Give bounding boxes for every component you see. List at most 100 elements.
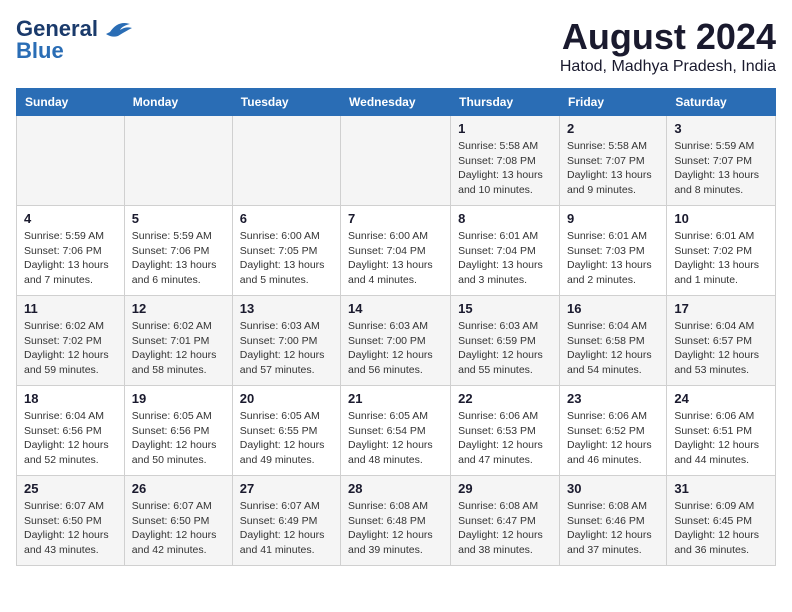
- day-number: 14: [348, 301, 443, 316]
- day-info: Sunrise: 6:02 AMSunset: 7:02 PMDaylight:…: [24, 319, 117, 378]
- calendar-cell: [232, 116, 340, 206]
- calendar-cell: [17, 116, 125, 206]
- sunset-label: Sunset: 6:46 PM: [567, 515, 645, 527]
- logo: General Blue: [16, 16, 134, 64]
- day-number: 24: [674, 391, 768, 406]
- calendar-cell: 3Sunrise: 5:59 AMSunset: 7:07 PMDaylight…: [667, 116, 776, 206]
- sunset-label: Sunset: 6:52 PM: [567, 425, 645, 437]
- sunrise-label: Sunrise: 6:04 AM: [24, 410, 104, 422]
- sunrise-label: Sunrise: 5:59 AM: [24, 230, 104, 242]
- sunrise-label: Sunrise: 6:07 AM: [24, 500, 104, 512]
- daylight-label: Daylight: 12 hours and 55 minutes.: [458, 349, 543, 376]
- sunrise-label: Sunrise: 6:05 AM: [240, 410, 320, 422]
- calendar-week-4: 18 Sunrise: 6:04 AM Sunset: 6:56 PM Dayligh…: [17, 386, 776, 476]
- daylight-label: Daylight: 13 hours and 1 minute.: [674, 259, 759, 286]
- sunrise-label: Sunrise: 6:01 AM: [567, 230, 647, 242]
- day-info: Sunrise: 6:07 AMSunset: 6:49 PMDaylight:…: [240, 499, 333, 558]
- daylight-label: Daylight: 12 hours and 46 minutes.: [567, 439, 652, 466]
- day-info: Sunrise: 6:04 AMSunset: 6:56 PMDaylight:…: [24, 409, 117, 468]
- day-info: Sunrise: 6:05 AMSunset: 6:56 PMDaylight:…: [132, 409, 225, 468]
- day-info: Sunrise: 6:05 AMSunset: 6:54 PMDaylight:…: [348, 409, 443, 468]
- sunrise-label: Sunrise: 6:03 AM: [348, 320, 428, 332]
- day-number: 25: [24, 481, 117, 496]
- sunrise-label: Sunrise: 6:04 AM: [567, 320, 647, 332]
- sunset-label: Sunset: 6:50 PM: [24, 515, 102, 527]
- daylight-label: Daylight: 12 hours and 44 minutes.: [674, 439, 759, 466]
- day-number: 9: [567, 211, 659, 226]
- sunset-label: Sunset: 7:06 PM: [132, 245, 210, 257]
- day-info: Sunrise: 5:58 AM Sunset: 7:07 PM Daylight:…: [567, 139, 659, 198]
- page-title: August 2024: [560, 16, 776, 58]
- sunset-label: Sunset: 7:02 PM: [674, 245, 752, 257]
- day-number: 15: [458, 301, 552, 316]
- weekday-header-tuesday: Tuesday: [232, 89, 340, 116]
- day-number: 28: [348, 481, 443, 496]
- day-number: 8: [458, 211, 552, 226]
- day-info: Sunrise: 6:03 AMSunset: 6:59 PMDaylight:…: [458, 319, 552, 378]
- day-info: Sunrise: 6:04 AMSunset: 6:57 PMDaylight:…: [674, 319, 768, 378]
- sunrise-label: Sunrise: 6:07 AM: [240, 500, 320, 512]
- sunset-label: Sunset: 6:50 PM: [132, 515, 210, 527]
- sunset-label: Sunset: 7:03 PM: [567, 245, 645, 257]
- day-number: 18: [24, 391, 117, 406]
- day-number: 11: [24, 301, 117, 316]
- daylight-label: Daylight: 12 hours and 49 minutes.: [240, 439, 325, 466]
- calendar-week-3: 11 Sunrise: 6:02 AMSunset: 7:02 PMDayligh…: [17, 296, 776, 386]
- sunset-label: Sunset: 6:56 PM: [24, 425, 102, 437]
- sunset-label: Sunset: 6:53 PM: [458, 425, 536, 437]
- day-number: 29: [458, 481, 552, 496]
- calendar-cell: 5Sunrise: 5:59 AMSunset: 7:06 PMDaylight…: [124, 206, 232, 296]
- calendar-cell: 1Sunrise: 5:58 AMSunset: 7:08 PMDaylight…: [451, 116, 560, 206]
- sunset-label: Sunset: 6:47 PM: [458, 515, 536, 527]
- day-number: 6: [240, 211, 333, 226]
- day-number: 20: [240, 391, 333, 406]
- calendar-cell: 16Sunrise: 6:04 AMSunset: 6:58 PMDayligh…: [559, 296, 666, 386]
- day-info: Sunrise: 5:59 AMSunset: 7:07 PMDaylight:…: [674, 139, 768, 198]
- weekday-header-thursday: Thursday: [451, 89, 560, 116]
- sunset-label: Sunset: 6:57 PM: [674, 335, 752, 347]
- calendar-cell: 13Sunrise: 6:03 AMSunset: 7:00 PMDayligh…: [232, 296, 340, 386]
- calendar-cell: 31Sunrise: 6:09 AMSunset: 6:45 PMDayligh…: [667, 476, 776, 566]
- sunset-label: Sunset: 6:48 PM: [348, 515, 426, 527]
- calendar-week-5: 25Sunrise: 6:07 AMSunset: 6:50 PMDayligh…: [17, 476, 776, 566]
- calendar-cell: 18Sunrise: 6:04 AMSunset: 6:56 PMDayligh…: [17, 386, 125, 476]
- weekday-header-monday: Monday: [124, 89, 232, 116]
- day-number: 31: [674, 481, 768, 496]
- sunrise-label: Sunrise: 6:06 AM: [458, 410, 538, 422]
- day-info: Sunrise: 6:00 AMSunset: 7:04 PMDaylight:…: [348, 229, 443, 288]
- sunset-label: Sunset: 7:06 PM: [24, 245, 102, 257]
- day-number: 5: [132, 211, 225, 226]
- daylight-label: Daylight: 12 hours and 59 minutes.: [24, 349, 109, 376]
- calendar-cell: 26Sunrise: 6:07 AMSunset: 6:50 PMDayligh…: [124, 476, 232, 566]
- day-number: 23: [567, 391, 659, 406]
- calendar-cell: 14 Sunrise: 6:03 AMSunset: 7:00 PMDayligh…: [341, 296, 451, 386]
- calendar-cell: 19 Sunrise: 6:05 AMSunset: 6:56 PMDayligh…: [124, 386, 232, 476]
- sunrise-label: Sunrise: 6:09 AM: [674, 500, 754, 512]
- day-number: 22: [458, 391, 552, 406]
- weekday-header-sunday: Sunday: [17, 89, 125, 116]
- day-info: Sunrise: 6:03 AMSunset: 7:00 PMDaylight:…: [240, 319, 333, 378]
- daylight-label: Daylight: 12 hours and 47 minutes.: [458, 439, 543, 466]
- calendar-cell: 7Sunrise: 6:00 AMSunset: 7:04 PMDaylight…: [341, 206, 451, 296]
- logo-text-blue: Blue: [16, 38, 64, 64]
- sunrise-label: Sunrise: 5:58 AM: [567, 140, 647, 152]
- day-info: Sunrise: 6:07 AMSunset: 6:50 PMDaylight:…: [24, 499, 117, 558]
- calendar-cell: 23 Sunrise: 6:06 AMSunset: 6:52 PMDayligh…: [559, 386, 666, 476]
- sunrise-label: Sunrise: 6:03 AM: [458, 320, 538, 332]
- day-info: Sunrise: 5:59 AMSunset: 7:06 PMDaylight:…: [24, 229, 117, 288]
- sunrise-label: Sunrise: 6:00 AM: [240, 230, 320, 242]
- sunset-label: Sunset: 6:45 PM: [674, 515, 752, 527]
- daylight-label: Daylight: 12 hours and 48 minutes.: [348, 439, 433, 466]
- day-info: Sunrise: 6:05 AMSunset: 6:55 PMDaylight:…: [240, 409, 333, 468]
- daylight-label: Daylight: 13 hours and 9 minutes.: [567, 169, 652, 196]
- day-info: Sunrise: 6:03 AMSunset: 7:00 PMDaylight:…: [348, 319, 443, 378]
- day-number: 4: [24, 211, 117, 226]
- day-number: 19: [132, 391, 225, 406]
- sunrise-label: Sunrise: 6:02 AM: [24, 320, 104, 332]
- sunrise-label: Sunrise: 5:59 AM: [132, 230, 212, 242]
- sunset-label: Sunset: 7:00 PM: [240, 335, 318, 347]
- day-info: Sunrise: 6:01 AMSunset: 7:04 PMDaylight:…: [458, 229, 552, 288]
- day-info: Sunrise: 6:06 AMSunset: 6:52 PMDaylight:…: [567, 409, 659, 468]
- sunset-label: Sunset: 7:07 PM: [567, 155, 645, 167]
- calendar-cell: 15 Sunrise: 6:03 AMSunset: 6:59 PMDayligh…: [451, 296, 560, 386]
